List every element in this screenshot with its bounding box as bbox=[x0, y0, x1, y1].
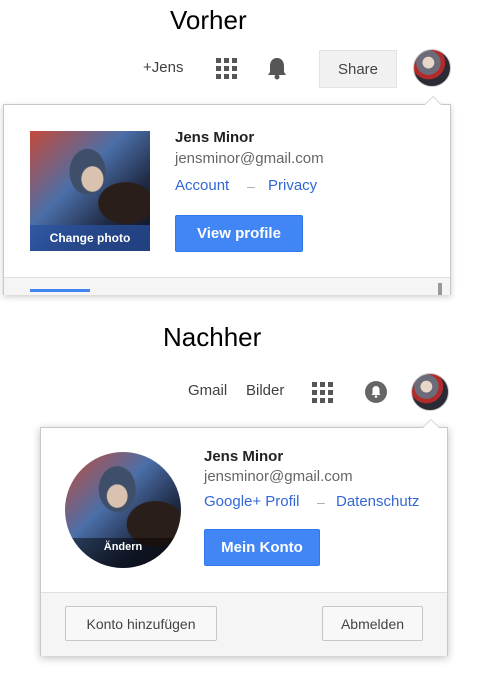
account-link[interactable]: Account bbox=[175, 177, 229, 194]
panel-caret bbox=[422, 419, 440, 428]
profile-photo[interactable]: Ändern bbox=[65, 452, 181, 568]
privacy-link[interactable]: Datenschutz bbox=[336, 493, 419, 510]
apps-grid-icon[interactable] bbox=[216, 58, 237, 79]
user-name: Jens Minor bbox=[204, 448, 284, 465]
panel-footer bbox=[4, 278, 450, 295]
change-photo-bar[interactable]: Change photo bbox=[30, 225, 150, 251]
after-account-panel: Ändern Jens Minor jensminor@gmail.com Go… bbox=[40, 419, 448, 656]
user-email: jensminor@gmail.com bbox=[204, 468, 353, 485]
account-avatar[interactable] bbox=[413, 49, 451, 87]
my-account-button[interactable]: Mein Konto bbox=[204, 529, 320, 566]
share-button[interactable]: Share bbox=[319, 50, 397, 88]
privacy-link[interactable]: Privacy bbox=[268, 177, 317, 194]
view-profile-label: View profile bbox=[197, 225, 281, 242]
profile-photo[interactable]: Change photo bbox=[30, 131, 150, 251]
user-email: jensminor@gmail.com bbox=[175, 150, 324, 167]
notifications-bell-icon[interactable] bbox=[364, 380, 388, 404]
after-heading: Nachher bbox=[163, 322, 262, 352]
account-avatar[interactable] bbox=[411, 373, 449, 411]
apps-grid-icon[interactable] bbox=[312, 382, 333, 403]
change-photo-label: Change photo bbox=[49, 231, 131, 245]
before-account-panel: Change photo Jens Minor jensminor@gmail.… bbox=[3, 96, 451, 295]
change-photo-label: Ändern bbox=[103, 541, 143, 553]
sign-out-label: Abmelden bbox=[340, 615, 405, 632]
panel-caret bbox=[424, 96, 442, 105]
user-name: Jens Minor bbox=[175, 129, 255, 146]
profile-link[interactable]: +Jens bbox=[143, 59, 183, 76]
link-separator: – bbox=[247, 178, 255, 194]
images-link[interactable]: Bilder bbox=[246, 382, 284, 399]
view-profile-button[interactable]: View profile bbox=[175, 215, 303, 252]
google-plus-profile-link[interactable]: Google+ Profil bbox=[204, 493, 299, 510]
share-button-label: Share bbox=[337, 60, 379, 78]
footer-blue-tab bbox=[30, 289, 90, 292]
change-photo-bar[interactable]: Ändern bbox=[65, 538, 181, 568]
add-account-label: Konto hinzufügen bbox=[86, 615, 196, 632]
sign-out-button[interactable]: Abmelden bbox=[322, 606, 423, 641]
add-account-button[interactable]: Konto hinzufügen bbox=[65, 606, 217, 641]
before-heading: Vorher bbox=[170, 5, 247, 35]
scrollbar-thumb[interactable] bbox=[438, 283, 442, 295]
my-account-label: Mein Konto bbox=[221, 539, 303, 556]
link-separator: – bbox=[317, 494, 325, 510]
gmail-link[interactable]: Gmail bbox=[188, 382, 227, 399]
panel-footer: Konto hinzufügen Abmelden bbox=[41, 592, 447, 656]
notifications-bell-icon[interactable] bbox=[266, 56, 288, 80]
